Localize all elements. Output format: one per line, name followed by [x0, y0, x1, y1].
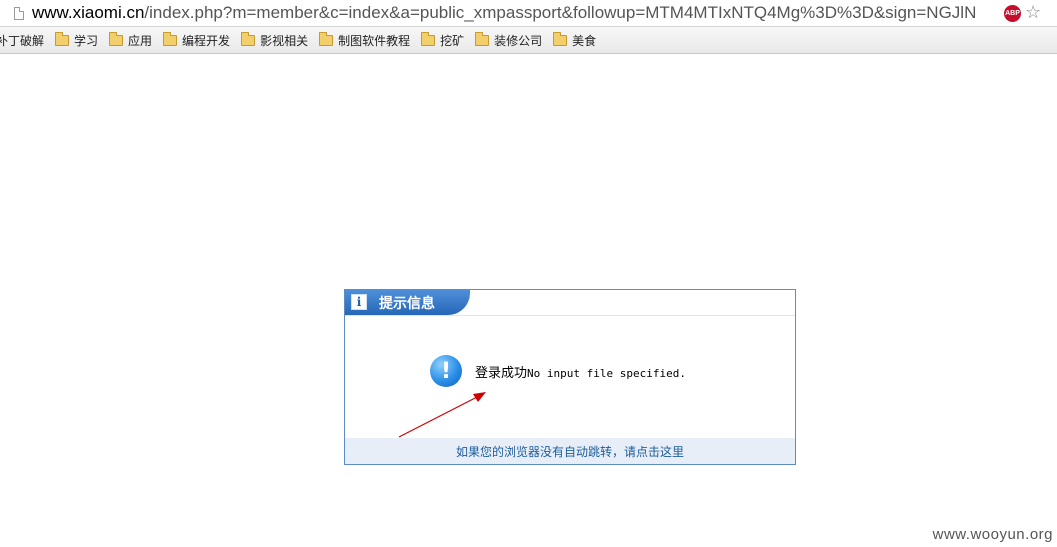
bookmark-star-icon[interactable]: ☆	[1025, 4, 1041, 22]
url-path: /index.php?m=member&c=index&a=public_xmp…	[144, 3, 977, 22]
bookmark-folder[interactable]: 装修公司	[469, 29, 547, 51]
url-text[interactable]: www.xiaomi.cn/index.php?m=member&c=index…	[32, 3, 1002, 23]
info-icon: i	[351, 294, 367, 310]
url-host: www.xiaomi.cn	[32, 3, 145, 22]
folder-icon	[55, 31, 70, 46]
message-error: No input file specified.	[527, 367, 686, 380]
address-bar[interactable]: www.xiaomi.cn/index.php?m=member&c=index…	[0, 0, 1057, 27]
watermark: www.wooyun.org	[932, 526, 1053, 543]
bookmark-label: 应用	[128, 33, 153, 48]
bookmarks-bar: 补丁破解 学习 应用 编程开发 影视相关 制图软件教程 挖矿 装修公司 美食	[0, 27, 1057, 54]
folder-icon	[109, 31, 124, 46]
adblock-icon[interactable]: ABP	[1004, 4, 1021, 22]
dialog-title: 提示信息	[379, 296, 435, 312]
folder-icon	[241, 31, 256, 46]
dialog-header: i 提示信息	[345, 290, 795, 316]
exclamation-icon: !	[430, 355, 462, 387]
folder-icon	[553, 31, 568, 46]
bookmark-label: 制图软件教程	[338, 33, 411, 48]
bookmark-label: 美食	[572, 33, 597, 48]
bookmark-folder[interactable]: 学习	[49, 29, 103, 51]
bookmark-folder[interactable]: 制图软件教程	[313, 29, 415, 51]
folder-icon	[319, 31, 334, 46]
bookmark-item[interactable]: 补丁破解	[0, 29, 49, 51]
message-status: 登录成功	[475, 366, 528, 381]
bookmark-label: 影视相关	[260, 33, 309, 48]
bookmark-folder[interactable]: 编程开发	[157, 29, 235, 51]
bookmark-folder[interactable]: 美食	[547, 29, 601, 51]
folder-icon	[421, 31, 436, 46]
annotation-arrow	[398, 392, 486, 438]
page-icon	[14, 6, 24, 20]
folder-icon	[475, 31, 490, 46]
bookmark-label: 学习	[74, 33, 99, 48]
bookmark-label: 编程开发	[182, 33, 231, 48]
bookmark-label: 装修公司	[494, 33, 543, 48]
redirect-link[interactable]: 如果您的浏览器没有自动跳转，请点击这里	[456, 443, 684, 460]
bookmark-label: 挖矿	[440, 33, 465, 48]
bookmark-folder[interactable]: 影视相关	[235, 29, 313, 51]
bookmark-folder[interactable]: 挖矿	[415, 29, 469, 51]
dialog-message: 登录成功No input file specified.	[475, 362, 686, 381]
bookmark-folder[interactable]: 应用	[103, 29, 157, 51]
bookmark-label: 补丁破解	[0, 33, 45, 48]
dialog-title-tab: i 提示信息	[345, 290, 470, 315]
folder-icon	[163, 31, 178, 46]
